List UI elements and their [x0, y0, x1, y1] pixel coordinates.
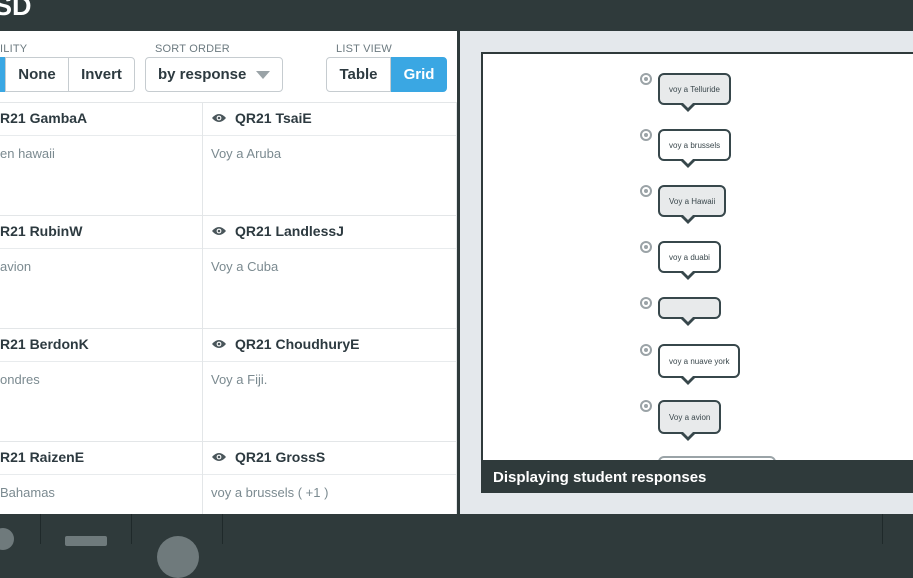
student-card[interactable]: R21 BerdonK ondres — [0, 329, 203, 442]
target-icon — [640, 241, 652, 253]
list-view-grid-button[interactable]: Grid — [391, 57, 447, 92]
eye-icon[interactable] — [211, 113, 227, 123]
target-icon — [640, 344, 652, 356]
student-response: Voy a Fiji. — [211, 372, 268, 387]
student-card[interactable]: QR21 ChoudhuryE Voy a Fiji. — [203, 329, 457, 442]
student-card[interactable]: QR21 GrossS voy a brussels ( +1 ) — [203, 442, 457, 514]
student-response: voy a brussels ( +1 ) — [211, 485, 329, 500]
preview-caption: Displaying student responses — [481, 462, 913, 493]
bubble-tail — [680, 214, 696, 224]
student-card[interactable]: R21 RaizenE Bahamas — [0, 442, 203, 514]
card-divider — [203, 248, 456, 249]
bubble-text: voy a Telluride — [669, 84, 720, 94]
circle-icon — [0, 528, 14, 550]
target-icon — [640, 400, 652, 412]
bubble-text: Voy a Hawaii — [669, 196, 716, 206]
sort-order-value: by response — [158, 66, 247, 83]
student-name: QR21 GrossS — [235, 449, 326, 465]
toolbar-button-4[interactable] — [882, 514, 913, 544]
visibility-label: ILITY — [0, 43, 28, 55]
student-response: Voy a Cuba — [211, 259, 279, 274]
response-bubble: voy a Telluride — [658, 73, 731, 112]
eye-icon[interactable] — [211, 339, 227, 349]
bubble-tail — [680, 431, 696, 441]
target-icon — [640, 185, 652, 197]
student-name: R21 BerdonK — [0, 336, 89, 352]
student-card[interactable]: QR21 LandlessJ Voy a Cuba — [203, 216, 457, 329]
student-name-row: QR21 ChoudhuryE — [211, 336, 359, 352]
toolbar-button-3[interactable] — [132, 514, 223, 578]
bubble-tail — [680, 270, 696, 280]
response-bubble: Voy a Hawaii — [658, 185, 727, 224]
card-divider — [0, 474, 202, 475]
visibility-invert-button[interactable]: Invert — [68, 57, 135, 92]
bubble-tail — [680, 316, 696, 326]
student-response: avion — [0, 259, 32, 274]
app-title: SD — [0, 0, 32, 21]
card-divider — [203, 474, 456, 475]
response-bubble: voy a duabi — [658, 241, 721, 280]
card-divider — [0, 248, 202, 249]
list-view-label: LIST VIEW — [336, 43, 392, 55]
target-icon — [640, 73, 652, 85]
student-name: R21 GambaA — [0, 110, 88, 126]
response-preview-canvas: voy a Telluride voy a brussels Voy a Haw… — [481, 52, 913, 462]
student-response: Voy a Aruba — [211, 146, 282, 161]
eye-icon[interactable] — [211, 226, 227, 236]
student-name-row: QR21 TsaiE — [211, 110, 312, 126]
top-bar: SD — [0, 0, 913, 31]
response-bubble — [658, 297, 721, 326]
chevron-down-icon — [256, 71, 270, 79]
toolbar-button-1[interactable] — [0, 514, 41, 550]
bottom-toolbar — [0, 514, 913, 578]
target-icon — [640, 297, 652, 309]
bubble-tail — [680, 158, 696, 168]
card-divider — [203, 361, 456, 362]
sort-order-label: SORT ORDER — [155, 43, 230, 55]
card-divider — [0, 135, 202, 136]
student-card[interactable]: R21 GambaA en hawaii — [0, 103, 203, 216]
bubble-text: voy a duabi — [669, 252, 710, 262]
bubble-tail — [680, 375, 696, 385]
student-response: en hawaii — [0, 146, 55, 161]
student-name-row: QR21 GrossS — [211, 449, 325, 465]
student-name-row: QR21 LandlessJ — [211, 223, 344, 239]
response-bubble: Voy a avion — [658, 400, 722, 441]
sort-order-select[interactable]: by response — [145, 57, 283, 92]
bubble-text: voy a brussels — [669, 140, 721, 150]
student-card[interactable]: R21 RubinW avion — [0, 216, 203, 329]
response-bubble: voy a brussels — [658, 129, 732, 168]
card-divider — [0, 361, 202, 362]
eye-icon[interactable] — [211, 452, 227, 462]
student-name: R21 RubinW — [0, 223, 83, 239]
student-response: Bahamas — [0, 485, 55, 500]
student-name: R21 RaizenE — [0, 449, 85, 465]
student-card[interactable]: QR21 TsaiE Voy a Aruba — [203, 103, 457, 216]
bubble-text: Voy a avion — [669, 412, 711, 422]
list-view-table-button[interactable]: Table — [326, 57, 391, 92]
bubble-tail — [680, 102, 696, 112]
circle-icon — [157, 536, 199, 578]
toolbar-button-2[interactable] — [41, 514, 132, 546]
response-bubble: voy a nuave york — [658, 344, 741, 385]
student-response: ondres — [0, 372, 40, 387]
card-divider — [203, 135, 456, 136]
target-icon — [640, 129, 652, 141]
list-controls: ILITY None Invert SORT ORDER by response… — [0, 31, 457, 103]
bubble-text: voy a nuave york — [669, 356, 730, 366]
student-list-panel: ILITY None Invert SORT ORDER by response… — [0, 31, 457, 514]
student-name: QR21 TsaiE — [235, 110, 312, 126]
student-name: QR21 ChoudhuryE — [235, 336, 360, 352]
preview-panel: voy a Telluride voy a brussels Voy a Haw… — [460, 31, 913, 514]
grid-icon — [65, 536, 107, 546]
student-name: QR21 LandlessJ — [235, 223, 344, 239]
visibility-none-button[interactable]: None — [5, 57, 69, 92]
